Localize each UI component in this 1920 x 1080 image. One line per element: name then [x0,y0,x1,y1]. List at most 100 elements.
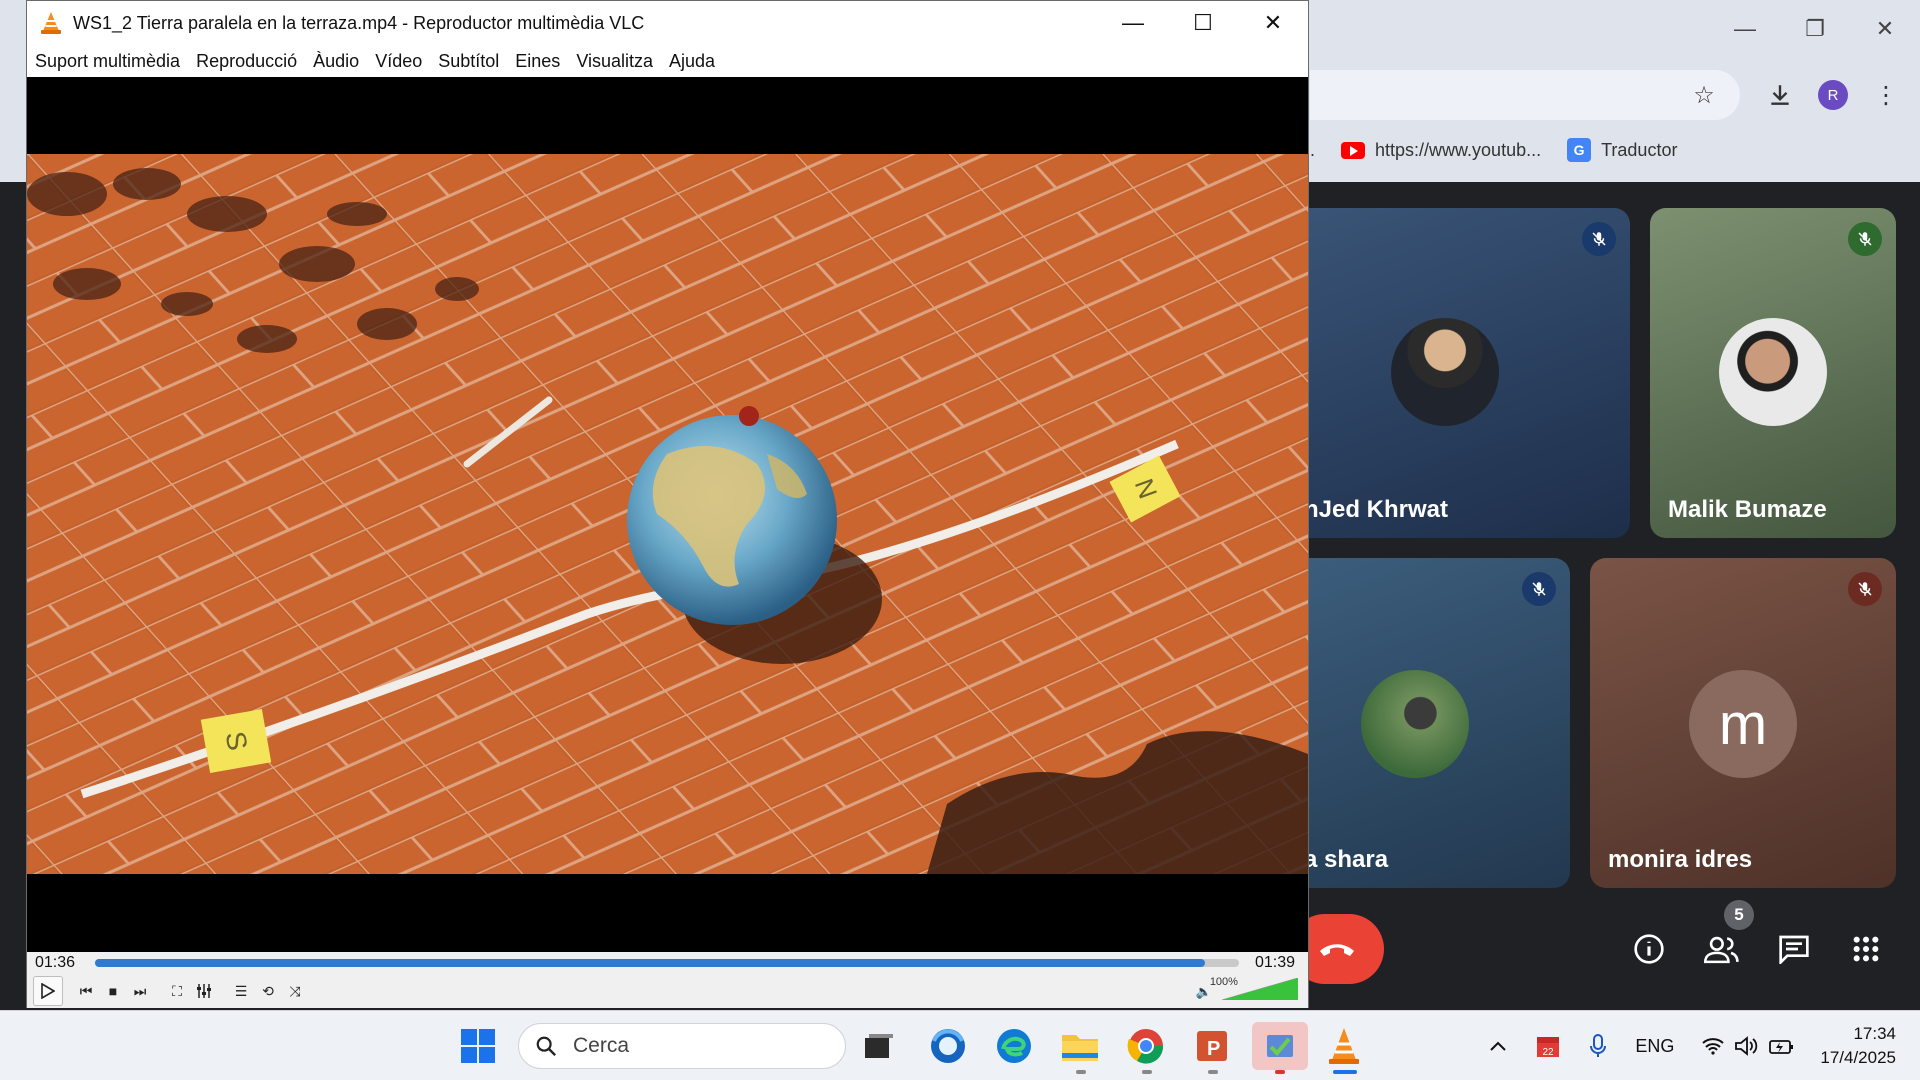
fullscreen-icon: ⛶ [172,982,182,999]
chrome-address-bar[interactable] [1310,70,1740,120]
task-view-button[interactable] [855,1022,903,1070]
chrome-restore-icon[interactable]: ❐ [1780,0,1850,58]
people-button[interactable] [1697,924,1747,974]
microphone-tray[interactable] [1589,1033,1607,1059]
previous-button[interactable]: ⏮ [73,978,99,1004]
skip-forward-icon: ⏭ [133,982,147,999]
participant-name: a shara [1304,846,1389,873]
participant-tile[interactable]: Malik Bumaze [1650,208,1896,538]
chrome-profile-avatar[interactable]: R [1818,80,1848,110]
minimize-icon[interactable]: — [1098,1,1168,45]
edge-icon [997,1029,1031,1063]
search-icon [536,1036,557,1057]
menu-subtitle[interactable]: Subtítol [438,51,499,72]
play-button[interactable] [33,976,63,1006]
chrome-minimize-icon[interactable]: — [1710,0,1780,58]
participant-name: monira idres [1608,846,1753,873]
volume-control: 🔈 100% [1196,976,1298,1000]
seek-progress [95,959,1205,967]
participant-avatar [1361,670,1469,778]
browser-icon [931,1029,965,1063]
participant-tile[interactable]: nJed Khrwat [1280,208,1630,538]
shuffle-icon: ⤨ [289,982,301,999]
chrome-menu-icon[interactable]: ⋮ [1866,75,1906,115]
youtube-icon [1341,141,1366,159]
system-clock[interactable]: 17:34 17/4/2025 [1820,1022,1896,1070]
participant-tile[interactable]: m monira idres [1590,558,1896,888]
vlc-window-title: WS1_2 Tierra paralela en la terraza.mp4 … [73,12,645,33]
menu-help[interactable]: Ajuda [669,51,715,72]
bookmark-translator[interactable]: G Traductor [1567,138,1677,162]
taskbar-app-chrome[interactable] [1122,1022,1170,1074]
menu-tools[interactable]: Eines [515,51,560,72]
people-icon [1704,936,1739,964]
apps-grid-icon [1853,936,1879,962]
close-icon[interactable]: ✕ [1238,1,1308,45]
taskbar-search[interactable]: Cerca [518,1023,846,1069]
menu-view[interactable]: Visualitza [576,51,653,72]
mic-off-icon [1522,572,1556,606]
clock-date: 17/4/2025 [1820,1048,1896,1067]
extended-settings-button[interactable] [191,978,217,1004]
system-tray: 22 ENG 17:34 17/4/2025 [1475,1011,1920,1080]
mic-off-icon [1848,572,1882,606]
svg-text:P: P [1207,1038,1220,1060]
participant-tile[interactable]: a shara [1280,558,1570,888]
chat-button[interactable] [1769,924,1819,974]
seek-slider[interactable] [95,959,1239,967]
participant-initial-avatar: m [1689,670,1797,778]
svg-text:22: 22 [1543,1047,1555,1058]
seek-bar-row: 01:36 01:39 [27,952,1308,974]
taskbar-app-explorer[interactable] [1056,1022,1104,1074]
download-icon[interactable] [1760,75,1800,115]
google-translate-icon: G [1567,138,1592,162]
volume-percent: 100% [1209,976,1238,988]
shuffle-button[interactable]: ⤨ [282,978,308,1004]
vlc-cone-icon [41,12,61,34]
phone-hangup-icon [1320,944,1354,956]
calendar-tray[interactable]: 22 [1535,1033,1561,1059]
app-checkmark-icon [1267,1035,1293,1057]
elapsed-time: 01:36 [35,954,76,971]
taskbar-app-edge[interactable] [990,1022,1038,1070]
start-button[interactable] [454,1022,502,1070]
meeting-info-button[interactable] [1624,924,1674,974]
menu-video[interactable]: Vídeo [375,51,422,72]
activities-button[interactable] [1841,924,1891,974]
loop-button[interactable]: ⟲ [255,978,281,1004]
microphone-icon [1590,1034,1607,1057]
loop-icon: ⟲ [262,982,274,999]
bookmark-star-icon[interactable]: ☆ [1684,75,1724,115]
fullscreen-button[interactable]: ⛶ [164,978,190,1004]
chrome-close-icon[interactable]: ✕ [1850,0,1920,58]
taskbar-app-active[interactable] [1252,1022,1308,1074]
mic-off-icon [1582,222,1616,256]
stop-button[interactable]: ■ [100,978,126,1004]
wifi-icon [1702,1038,1725,1055]
show-hidden-icons[interactable] [1489,1040,1507,1052]
maximize-icon[interactable]: ☐ [1168,1,1238,45]
taskbar-app-browser[interactable] [924,1022,972,1070]
input-language[interactable]: ENG [1635,1036,1674,1057]
stop-icon: ■ [108,983,118,999]
vlc-title-bar[interactable]: WS1_2 Tierra paralela en la terraza.mp4 … [27,1,1308,45]
menu-playback[interactable]: Reproducció [196,51,297,72]
menu-audio[interactable]: Àudio [313,51,359,72]
chat-icon [1779,935,1809,964]
video-display[interactable]: S N [27,77,1308,952]
taskbar-app-powerpoint[interactable]: P [1188,1022,1236,1074]
participant-name: nJed Khrwat [1304,496,1449,523]
bookmark-youtube[interactable]: https://www.youtub... [1341,140,1541,161]
next-button[interactable]: ⏭ [127,978,153,1004]
bookmark-youtube-label: https://www.youtub... [1375,139,1542,160]
play-icon [41,983,55,999]
volume-icon [1735,1036,1758,1056]
participant-avatar [1719,318,1827,426]
equalizer-icon [197,984,211,998]
quick-settings[interactable] [1702,1036,1794,1056]
taskbar-app-vlc[interactable] [1320,1022,1368,1074]
skip-back-icon: ⏮ [79,982,93,999]
menu-media[interactable]: Suport multimèdia [35,51,180,72]
playlist-button[interactable]: ☰ [228,978,254,1004]
folder-icon [1062,1035,1098,1061]
